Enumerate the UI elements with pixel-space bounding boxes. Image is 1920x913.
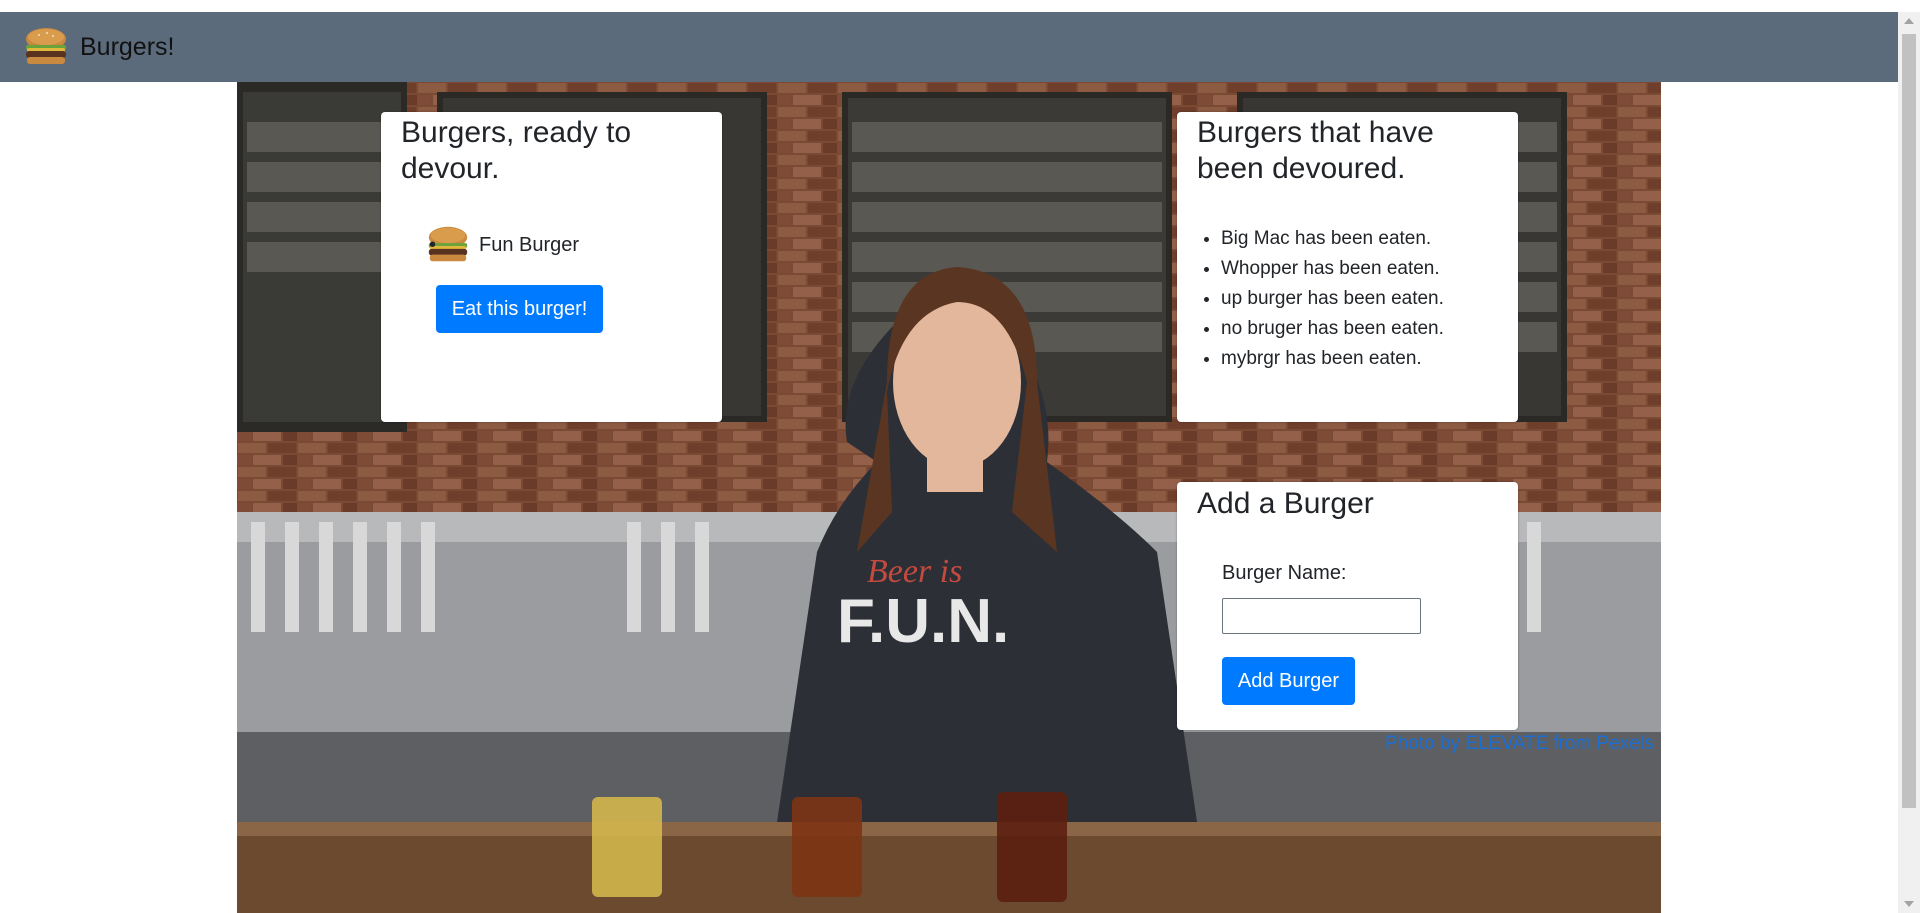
app-title[interactable]: Burgers! bbox=[80, 33, 174, 62]
list-item: no bruger has been eaten. bbox=[1221, 314, 1444, 344]
list-item: up burger has been eaten. bbox=[1221, 284, 1444, 314]
add-burger-card: Add a Burger Burger Name: Add Burger bbox=[1177, 482, 1518, 730]
navbar: Burgers! bbox=[0, 12, 1898, 82]
add-burger-button[interactable]: Add Burger bbox=[1222, 657, 1355, 705]
eat-burger-button[interactable]: Eat this burger! bbox=[436, 285, 603, 333]
add-heading: Add a Burger bbox=[1197, 487, 1374, 520]
burger-name: Fun Burger bbox=[479, 233, 580, 256]
svg-text:Beer is: Beer is bbox=[867, 553, 962, 590]
list-item: Whopper has been eaten. bbox=[1221, 254, 1444, 284]
ready-burger-list: Fun Burger bbox=[401, 222, 579, 268]
burger-icon bbox=[428, 226, 468, 262]
list-item: mybrgr has been eaten. bbox=[1221, 344, 1444, 374]
ready-burgers-card: Burgers, ready to devour. Fun Burger Eat… bbox=[381, 112, 722, 422]
svg-text:F.U.N.: F.U.N. bbox=[837, 587, 1009, 656]
list-item: Fun Burger bbox=[425, 222, 579, 268]
devoured-burgers-card: Burgers that have been devoured. Big Mac… bbox=[1177, 112, 1518, 422]
burger-name-input[interactable] bbox=[1222, 598, 1421, 634]
burger-icon[interactable] bbox=[22, 23, 70, 71]
scrollbar-thumb[interactable] bbox=[1902, 34, 1916, 808]
devoured-burger-list: Big Mac has been eaten. Whopper has been… bbox=[1197, 224, 1444, 374]
scroll-down-arrow-icon[interactable] bbox=[1904, 901, 1914, 907]
ready-heading: Burgers, ready to devour. bbox=[401, 116, 632, 185]
photo-credit-link[interactable]: Photo by ELEVATE from Pexels bbox=[1385, 733, 1654, 755]
scroll-up-arrow-icon[interactable] bbox=[1904, 18, 1914, 24]
devoured-heading: Burgers that have been devoured. bbox=[1197, 116, 1434, 185]
vertical-scrollbar[interactable] bbox=[1898, 12, 1920, 913]
list-item: Big Mac has been eaten. bbox=[1221, 224, 1444, 254]
burger-name-label: Burger Name: bbox=[1222, 562, 1347, 584]
